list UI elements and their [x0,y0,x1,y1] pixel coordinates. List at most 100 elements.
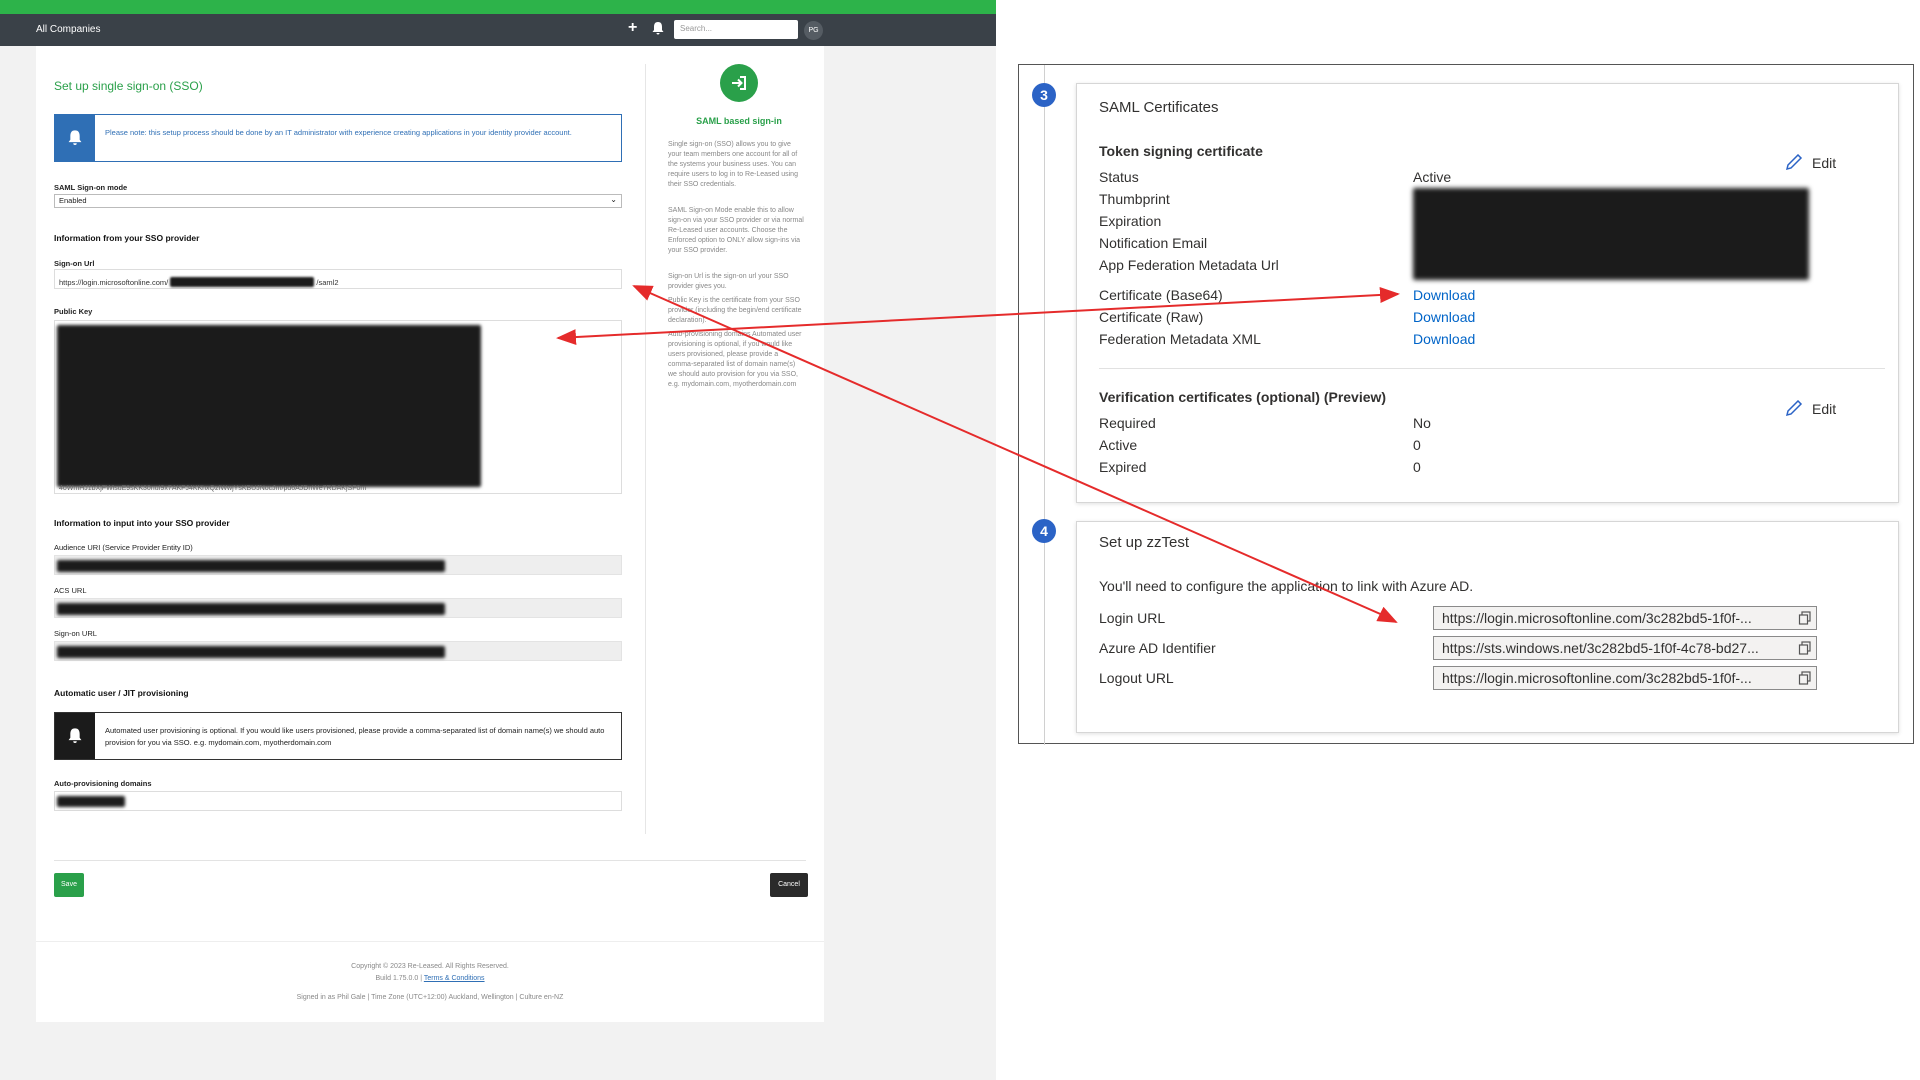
page-title: Set up single sign-on (SSO) [54,79,203,93]
to-provider-heading: Information to input into your SSO provi… [54,518,230,528]
saml-mode-select[interactable]: Enabled ⌄ [54,194,622,208]
azure-sso-panel: 3 SAML Certificates Token signing certif… [1018,64,1914,745]
saml-sign-in-badge [720,64,758,102]
company-switcher[interactable]: All Companies [36,24,100,35]
required-value: No [1413,415,1431,431]
terms-link[interactable]: Terms & Conditions [424,975,485,982]
acs-url-label: ACS URL [54,586,87,595]
cert-base64-key: Certificate (Base64) [1099,287,1223,303]
download-cert-base64-link[interactable]: Download [1413,287,1475,303]
status-value: Active [1413,169,1452,185]
column-divider [645,64,646,834]
cancel-button[interactable]: Cancel [770,873,808,897]
public-key-label: Public Key [54,307,93,316]
redacted-certificate-details [1413,188,1809,280]
expired-key: Expired [1099,459,1147,475]
azure-ad-identifier-value: https://sts.windows.net/3c282bd5-1f0f-4c… [1442,640,1759,656]
footer-signed-in: Signed in as Phil Gale [296,994,366,1001]
footer-divider [36,941,824,942]
sidebar-text-domains: Auto-provisioning domains Automated user… [668,331,802,388]
thumbprint-key: Thumbprint [1099,191,1170,207]
sidebar-text-public-key: Public Key is the certificate from your … [668,297,802,324]
domains-input[interactable] [54,791,622,811]
expiration-key: Expiration [1099,213,1162,229]
redacted-tenant-id [170,277,315,287]
search-input[interactable]: Search... [674,20,798,39]
setup-app-title: Set up zzTest [1099,534,1190,551]
pencil-icon [1785,400,1803,417]
edit-verification-label: Edit [1812,401,1837,417]
signon-url-out-label: Sign-on URL [54,629,97,638]
required-key: Required [1099,415,1156,431]
copy-icon[interactable] [1798,671,1812,685]
cert-raw-key: Certificate (Raw) [1099,309,1204,325]
redacted-signon-url [57,646,445,658]
verification-heading: Verification certificates (optional) (Pr… [1099,389,1387,405]
avatar[interactable]: PG [804,21,823,40]
footer-build: Build 1.75.0.0 [375,975,419,982]
notification-email-key: Notification Email [1099,235,1208,251]
bell-icon [68,728,82,743]
edit-verification-button[interactable]: Edit [1785,400,1837,417]
setup-app-card: Set up zzTest You'll need to configure t… [1076,521,1899,733]
federation-xml-key: Federation Metadata XML [1099,331,1261,347]
jit-notice-text: Automated user provisioning is optional.… [105,726,605,747]
saml-mode-label: SAML Sign-on mode [54,183,128,192]
status-key: Status [1099,169,1139,185]
footer-copyright: Copyright © 2023 Re-Leased. All Rights R… [351,963,509,970]
step-3-badge: 3 [1032,83,1056,107]
jit-notice: Automated user provisioning is optional.… [54,712,622,760]
domains-label: Auto-provisioning domains [54,779,152,788]
token-signing-heading: Token signing certificate [1099,143,1263,159]
audience-uri-field[interactable] [54,555,622,575]
signon-url-out-field[interactable] [54,641,622,661]
sidebar-text-signon: Sign-on Url is the sign-on url your SSO … [668,273,789,290]
add-icon[interactable]: + [628,19,637,37]
login-url-key: Login URL [1099,610,1166,626]
sso-setup-card: Set up single sign-on (SSO) Please note:… [36,46,824,1022]
composite-screenshot: All Companies + Search... PG Set up sing… [0,0,1920,1080]
jit-notice-icon-box [55,713,95,759]
logout-url-field[interactable]: https://login.microsoftonline.com/3c282b… [1433,666,1817,690]
acs-url-field[interactable] [54,598,622,618]
pencil-icon [1785,154,1803,171]
download-cert-raw-link[interactable]: Download [1413,309,1475,325]
sidebar-heading: SAML based sign-in [696,116,782,126]
audience-uri-label: Audience URI (Service Provider Entity ID… [54,543,193,552]
logout-url-key: Logout URL [1099,670,1174,686]
step-4-badge: 4 [1032,519,1056,543]
azure-ad-identifier-field[interactable]: https://sts.windows.net/3c282bd5-1f0f-4c… [1433,636,1817,660]
notice-icon-box [55,115,95,161]
step-connector [1044,65,1045,745]
saml-mode-value: Enabled [59,196,87,205]
edit-token-label: Edit [1812,155,1837,171]
logout-url-value: https://login.microsoftonline.com/3c282b… [1442,670,1752,686]
redacted-public-key [57,325,481,487]
footer-timezone: Time Zone (UTC+12:00) Auckland, Wellingt… [371,994,514,1001]
save-button[interactable]: Save [54,873,84,897]
download-federation-xml-link[interactable]: Download [1413,331,1475,347]
footer-culture: Culture en-NZ [519,994,564,1001]
section-divider [1099,368,1885,369]
signon-url-input[interactable]: https://login.microsoftonline.com/ /saml… [54,269,622,289]
from-provider-heading: Information from your SSO provider [54,233,200,243]
redacted-audience-uri [57,560,445,572]
signon-url-label: Sign-on Url [54,259,95,268]
login-url-value: https://login.microsoftonline.com/3c282b… [1442,610,1752,626]
active-key: Active [1099,437,1138,453]
redacted-domains [57,796,125,807]
copy-icon[interactable] [1798,641,1812,655]
admin-notice: Please note: this setup process should b… [54,114,622,162]
copy-icon[interactable] [1798,611,1812,625]
setup-description: You'll need to configure the application… [1099,578,1474,594]
public-key-textarea[interactable]: 4oWmHJ1bXjFWlsuE9sKK30nuf9x7AKFJ4KKhxQzI… [54,320,622,494]
notice-text: Please note: this setup process should b… [105,128,572,137]
active-value: 0 [1413,437,1421,453]
edit-token-button[interactable]: Edit [1785,154,1837,171]
released-app-window: All Companies + Search... PG Set up sing… [0,0,996,1080]
redacted-acs-url [57,603,445,615]
public-key-tail: 4oWmHJ1bXjFWlsuE9sKK30nuf9x7AKFJ4KKhxQzI… [59,485,367,492]
brand-bar [0,0,996,14]
bell-icon[interactable] [652,22,664,35]
login-url-field[interactable]: https://login.microsoftonline.com/3c282b… [1433,606,1817,630]
